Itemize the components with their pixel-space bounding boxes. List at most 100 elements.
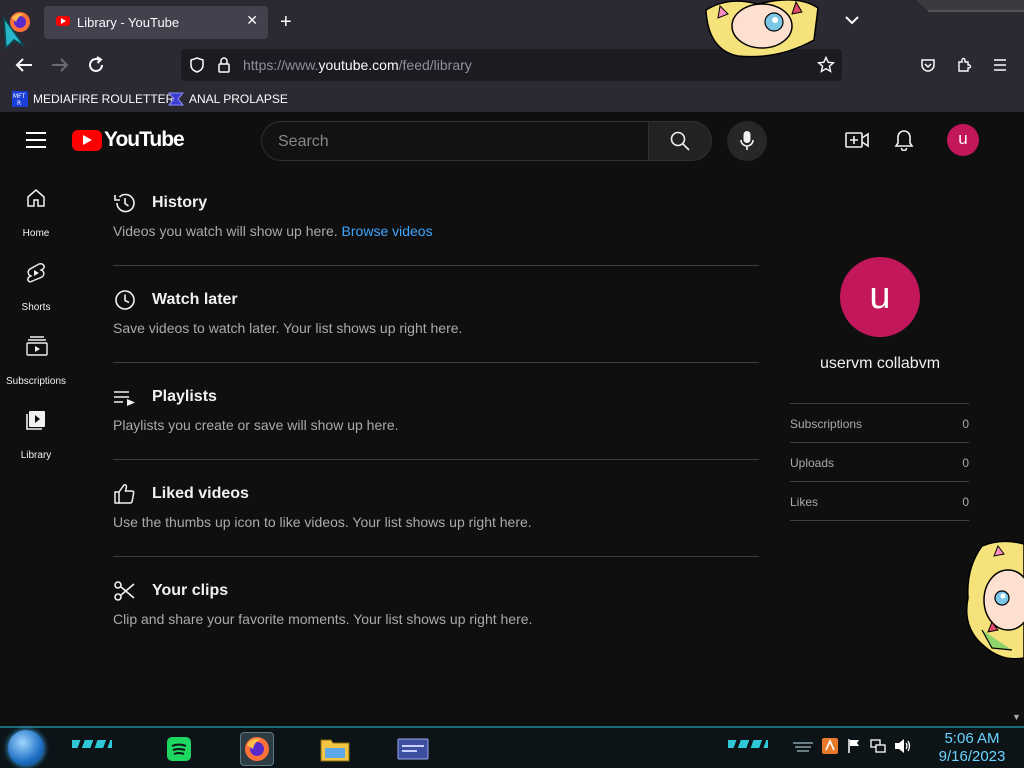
volume-icon[interactable] [894, 738, 912, 759]
cartoon-character-sticker-right [962, 538, 1024, 667]
firefox-icon [245, 737, 269, 761]
windows-taskbar: 5:06 AM 9/16/2023 [0, 726, 1024, 768]
section-title[interactable]: Watch later [152, 291, 238, 309]
subscriptions-icon [26, 336, 48, 356]
stat-label: Uploads [790, 456, 835, 470]
search-icon [670, 131, 690, 151]
youtube-favicon-icon [56, 16, 70, 26]
section-title[interactable]: Liked videos [152, 485, 249, 503]
shorts-icon [27, 263, 45, 283]
shield-icon[interactable] [189, 57, 205, 78]
video-camera-plus-icon [845, 132, 869, 148]
tray-app-icon[interactable] [822, 737, 838, 759]
section-title[interactable]: Your clips [152, 582, 228, 600]
svg-text:R: R [17, 100, 21, 107]
youtube-logo[interactable]: YouTube [72, 128, 185, 151]
pocket-icon[interactable] [916, 53, 940, 77]
stat-value: 0 [962, 495, 969, 509]
bookmark-icon [167, 91, 185, 107]
guide-item-home[interactable]: Home [0, 176, 72, 246]
clock-time: 5:06 AM [944, 730, 1000, 747]
bell-icon [894, 130, 914, 152]
scrollbar-down-arrow-icon[interactable]: ▼ [1012, 712, 1021, 722]
notifications-button[interactable] [893, 129, 915, 156]
taskbar-spotify-button[interactable] [162, 732, 196, 766]
scissors-icon [113, 579, 137, 603]
back-arrow-icon[interactable] [12, 53, 36, 77]
tab-close-icon[interactable]: ✕ [246, 12, 258, 29]
system-tray [792, 737, 920, 759]
stat-label: Subscriptions [790, 417, 863, 431]
forward-arrow-icon[interactable] [48, 53, 72, 77]
cartoon-character-sticker-top [698, 0, 822, 63]
guide-label: Library [20, 450, 52, 461]
url-text[interactable]: https://www.youtube.com/feed/library [243, 57, 472, 73]
window-app-icon [397, 738, 429, 760]
stat-likes: Likes 0 [790, 481, 969, 520]
guide-item-library[interactable]: Library [0, 398, 72, 468]
library-icon [26, 411, 45, 430]
playlist-icon [113, 385, 137, 409]
section-watch-later: Watch later Save videos to watch later. … [113, 265, 759, 363]
extensions-icon[interactable] [952, 53, 976, 77]
voice-search-button[interactable] [727, 121, 767, 161]
section-title[interactable]: Playlists [152, 388, 217, 406]
browser-tab-active[interactable]: Library - YouTube ✕ [44, 6, 268, 39]
bookmark-mediafire-rouletter[interactable]: MFT R MEDIAFIRE ROULETTER [12, 90, 174, 108]
bookmark-anal-prolapse[interactable]: ANAL PROLAPSE [167, 90, 288, 108]
section-description: Playlists you create or save will show u… [113, 417, 399, 433]
stat-label: Likes [790, 495, 819, 509]
network-icon[interactable] [870, 738, 886, 759]
taskbar-clock[interactable]: 5:06 AM 9/16/2023 [930, 730, 1014, 766]
section-description: Videos you watch will show up here. Brow… [113, 223, 433, 239]
section-description: Clip and share your favorite moments. Yo… [113, 611, 533, 627]
taskbar-file-explorer-button[interactable] [318, 732, 352, 766]
home-icon [27, 189, 45, 207]
show-hidden-icons-icon[interactable] [792, 739, 814, 758]
bookmarks-toolbar: MFT R MEDIAFIRE ROULETTER ANAL PROLAPSE [0, 86, 1024, 112]
history-icon [113, 191, 137, 215]
create-video-button[interactable] [845, 129, 869, 156]
guide-menu-icon[interactable] [26, 132, 46, 148]
guide-label: Subscriptions [5, 376, 67, 387]
microphone-icon [740, 131, 754, 150]
profile-name: uservm collabvm [819, 355, 941, 372]
stat-uploads: Uploads 0 [790, 442, 969, 481]
lock-icon[interactable] [217, 57, 231, 78]
browse-videos-link[interactable]: Browse videos [342, 223, 433, 239]
search-input[interactable]: Search [261, 121, 649, 161]
taskbar-firefox-button[interactable] [240, 732, 274, 766]
new-tab-button[interactable]: + [280, 10, 292, 34]
profile-avatar: u [840, 257, 920, 337]
guide-item-subscriptions[interactable]: Subscriptions [0, 324, 72, 394]
browser-tab-strip: Library - YouTube ✕ + [0, 0, 1024, 44]
youtube-masthead: YouTube Search u [0, 112, 1024, 168]
clock-date: 9/16/2023 [938, 748, 1006, 765]
bookmark-label: MEDIAFIRE ROULETTER [33, 92, 175, 106]
taskbar-decoration [72, 740, 112, 748]
logo-text: YouTube [104, 128, 185, 151]
spotify-icon [167, 737, 191, 761]
taskbar-window-app-button[interactable] [396, 732, 430, 766]
section-title[interactable]: History [152, 194, 207, 212]
search-placeholder: Search [278, 133, 329, 150]
search-button[interactable] [648, 121, 712, 161]
stats-divider [790, 520, 969, 521]
section-description: Save videos to watch later. Your list sh… [113, 320, 463, 336]
guide-item-shorts[interactable]: Shorts [0, 250, 72, 320]
menu-icon[interactable] [988, 53, 1012, 77]
section-history: History Videos you watch will show up he… [113, 168, 759, 266]
start-button[interactable] [8, 730, 44, 766]
reload-icon[interactable] [84, 53, 108, 77]
stat-value: 0 [962, 456, 969, 470]
list-all-tabs-chevron-icon[interactable] [845, 12, 859, 30]
account-avatar-button[interactable]: u [947, 124, 979, 156]
taskbar-decoration [728, 740, 768, 748]
file-explorer-icon [320, 739, 350, 762]
browser-nav-bar: https://www.youtube.com/feed/library [0, 44, 1024, 86]
action-center-flag-icon[interactable] [846, 738, 862, 759]
svg-text:MFT: MFT [13, 93, 26, 100]
youtube-play-icon [72, 129, 102, 151]
stat-subscriptions: Subscriptions 0 [790, 403, 969, 442]
guide-label: Home [22, 228, 50, 239]
